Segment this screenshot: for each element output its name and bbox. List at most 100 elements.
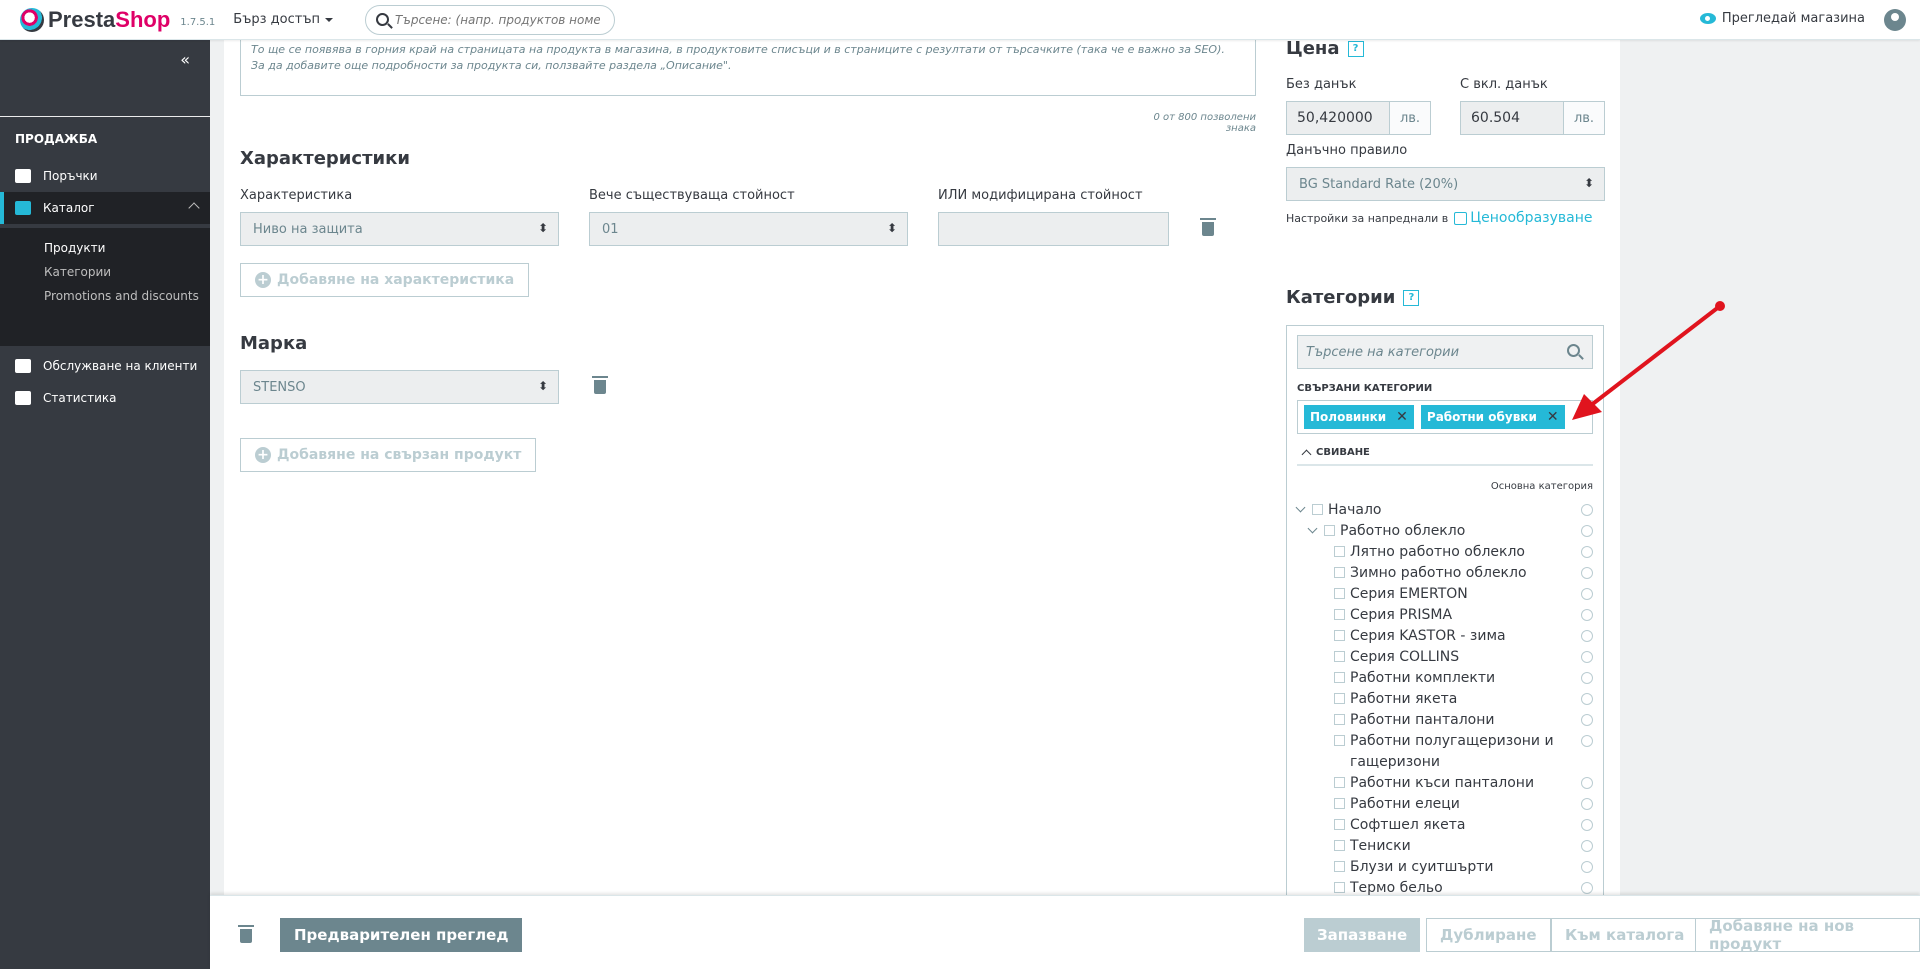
save-button[interactable]: Запазване <box>1304 918 1421 952</box>
sidebar-subitem-promotions[interactable]: Promotions and discounts <box>0 284 210 308</box>
help-icon[interactable]: ? <box>1347 41 1364 57</box>
custom-value-input[interactable] <box>938 212 1169 246</box>
brand-select[interactable]: STENSO <box>240 370 559 404</box>
caret-down-icon <box>325 17 334 22</box>
help-icon[interactable]: ? <box>1403 290 1420 306</box>
user-account-icon[interactable] <box>1884 9 1906 31</box>
main-category-radio[interactable] <box>1581 525 1593 537</box>
main-category-radio[interactable] <box>1581 588 1593 600</box>
remove-tag-close-icon[interactable]: ✕ <box>1396 409 1408 425</box>
sidebar-item-orders[interactable]: Поръчки <box>0 160 210 192</box>
pricing-link-label: Ценообразуване <box>1470 210 1593 226</box>
main-category-radio[interactable] <box>1581 819 1593 831</box>
delete-brand-trash-icon[interactable] <box>592 376 608 394</box>
main-category-radio[interactable] <box>1581 735 1593 747</box>
category-checkbox[interactable] <box>1334 861 1345 872</box>
duplicate-button[interactable]: Дублиране <box>1426 918 1551 952</box>
header-search[interactable] <box>365 4 616 35</box>
category-tree-item[interactable]: Работни елеци <box>1297 794 1593 815</box>
main-category-radio[interactable] <box>1581 567 1593 579</box>
category-label: Работни елеци <box>1350 796 1460 812</box>
category-checkbox[interactable] <box>1334 819 1345 830</box>
sidebar-subitem-products[interactable]: Продукти <box>0 236 210 260</box>
category-checkbox[interactable] <box>1334 798 1345 809</box>
main-category-radio[interactable] <box>1581 714 1593 726</box>
main-category-radio[interactable] <box>1581 861 1593 873</box>
category-tree-item[interactable]: Зимно работно облекло <box>1297 563 1593 584</box>
category-tree-item[interactable]: Софтшел якета <box>1297 815 1593 836</box>
add-new-product-button[interactable]: Добавяне на нов продукт <box>1695 917 1920 953</box>
feature-select[interactable]: Ниво на защита <box>240 212 559 246</box>
category-checkbox[interactable] <box>1312 504 1323 515</box>
add-feature-button[interactable]: + Добавяне на характеристика <box>240 263 530 297</box>
main-category-radio[interactable] <box>1581 630 1593 642</box>
category-checkbox[interactable] <box>1334 546 1345 557</box>
pricing-tab-link[interactable]: Ценообразуване <box>1454 210 1592 226</box>
sidebar-item-catalog[interactable]: Каталог <box>0 192 210 224</box>
collapse-sidebar-icon[interactable]: « <box>180 50 190 69</box>
chevron-down-icon[interactable] <box>1295 502 1306 513</box>
category-checkbox[interactable] <box>1334 630 1345 641</box>
delete-feature-trash-icon[interactable] <box>1200 218 1216 236</box>
add-related-product-button[interactable]: + Добавяне на свързан продукт <box>240 438 537 472</box>
category-checkbox[interactable] <box>1334 609 1345 620</box>
main-category-radio[interactable] <box>1581 609 1593 621</box>
main-category-radio[interactable] <box>1581 882 1593 894</box>
main-category-radio[interactable] <box>1581 777 1593 789</box>
delete-product-trash-icon[interactable] <box>238 925 254 943</box>
category-tree-item[interactable]: Работни якета <box>1297 689 1593 710</box>
category-tree-item[interactable]: Лятно работно облекло <box>1297 542 1593 563</box>
category-tree-item[interactable]: Работни полугащеризони и гащеризони <box>1297 731 1593 773</box>
collapse-tree-toggle[interactable]: СВИВАНЕ <box>1297 440 1593 466</box>
category-search-input[interactable]: Търсене на категории <box>1297 335 1593 369</box>
sidebar-item-customer-service[interactable]: Обслужване на клиенти <box>0 350 210 382</box>
view-shop-link[interactable]: Прегледай магазина <box>1699 11 1865 26</box>
category-tree-item[interactable]: Работни панталони <box>1297 710 1593 731</box>
remove-tag-close-icon[interactable]: ✕ <box>1547 409 1559 425</box>
main-category-radio[interactable] <box>1581 546 1593 558</box>
category-tree-item[interactable]: Тениски <box>1297 836 1593 857</box>
chevron-down-icon[interactable] <box>1307 523 1318 534</box>
search-icon <box>376 13 390 26</box>
category-checkbox[interactable] <box>1324 525 1335 536</box>
plus-circle-icon: + <box>255 272 271 288</box>
category-checkbox[interactable] <box>1334 840 1345 851</box>
main-category-radio[interactable] <box>1581 840 1593 852</box>
category-checkbox[interactable] <box>1334 735 1345 746</box>
category-tree-item[interactable]: Начало <box>1295 500 1593 521</box>
preview-button[interactable]: Предварителен преглед <box>280 918 523 952</box>
quick-access-dropdown[interactable]: Бърз достъп <box>233 12 334 27</box>
main-category-radio[interactable] <box>1581 798 1593 810</box>
header-search-input[interactable] <box>395 12 601 27</box>
go-to-catalog-button[interactable]: Към каталога <box>1551 918 1699 952</box>
category-tree-item[interactable]: Работни комплекти <box>1297 668 1593 689</box>
existing-value-select[interactable]: 01 <box>589 212 908 246</box>
main-category-radio[interactable] <box>1581 504 1593 516</box>
main-category-radio[interactable] <box>1581 672 1593 684</box>
category-tree-item[interactable]: Работни къси панталони <box>1297 773 1593 794</box>
category-checkbox[interactable] <box>1334 651 1345 662</box>
category-tree-item[interactable]: Блузи и суитшърти <box>1297 857 1593 878</box>
category-checkbox[interactable] <box>1334 672 1345 683</box>
main-category-radio[interactable] <box>1581 651 1593 663</box>
category-checkbox[interactable] <box>1334 882 1345 893</box>
tax-rule-select[interactable]: BG Standard Rate (20%) <box>1286 167 1605 201</box>
category-tree-item[interactable]: Серия COLLINS <box>1297 647 1593 668</box>
sidebar-item-statistics[interactable]: Статистика <box>0 382 210 414</box>
category-checkbox[interactable] <box>1334 714 1345 725</box>
category-tree-item[interactable]: Серия EMERTON <box>1297 584 1593 605</box>
main-category-radio[interactable] <box>1581 693 1593 705</box>
sidebar-subitem-categories[interactable]: Категории <box>0 260 210 284</box>
category-checkbox[interactable] <box>1334 777 1345 788</box>
category-checkbox[interactable] <box>1334 567 1345 578</box>
chevron-up-icon <box>188 202 200 214</box>
category-tree-item[interactable]: Серия KASTOR - зима <box>1297 626 1593 647</box>
prestashop-logo[interactable]: PrestaShop <box>20 7 170 33</box>
features-title: Характеристики <box>240 148 410 169</box>
category-tree-item[interactable]: Работно облекло <box>1297 521 1593 542</box>
category-checkbox[interactable] <box>1334 588 1345 599</box>
price-tax-incl-input[interactable]: 60.504 <box>1460 101 1564 135</box>
category-tree-item[interactable]: Серия PRISMA <box>1297 605 1593 626</box>
category-checkbox[interactable] <box>1334 693 1345 704</box>
price-tax-excl-input[interactable]: 50,420000 <box>1286 101 1390 135</box>
